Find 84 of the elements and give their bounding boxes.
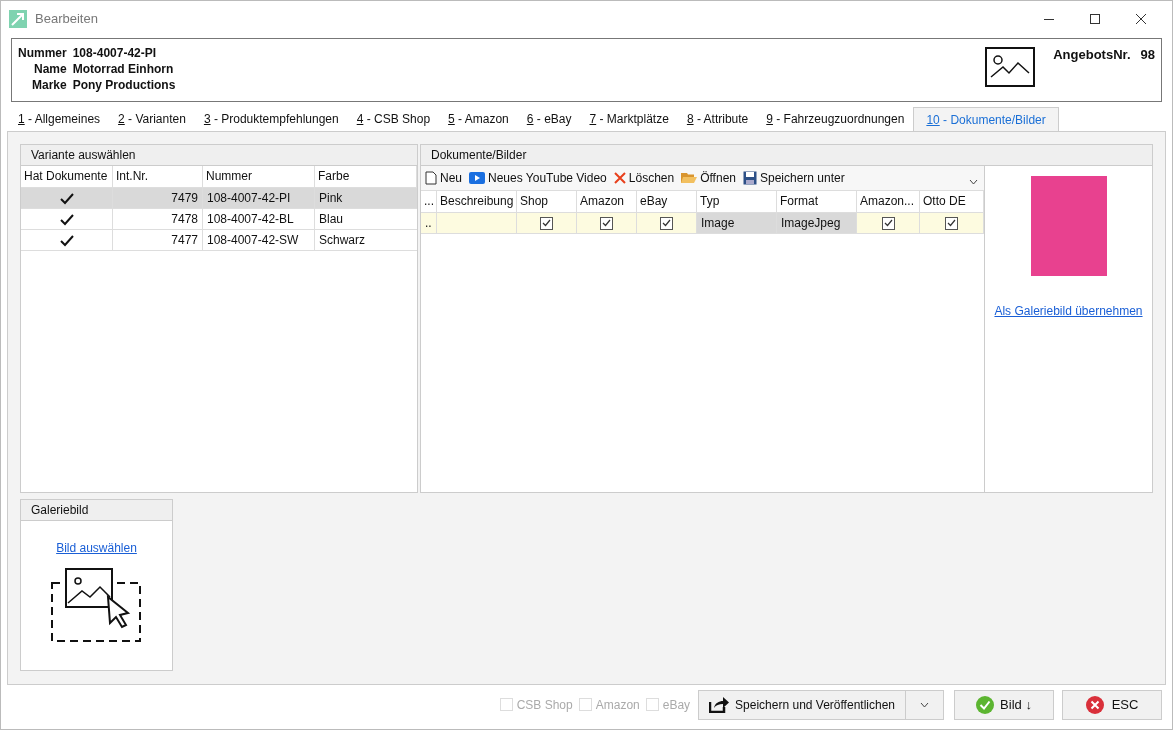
column-header[interactable]: Beschreibung xyxy=(437,191,517,212)
image-select-icon[interactable] xyxy=(49,567,144,643)
table-cell: 7479 xyxy=(113,188,203,209)
check-circle-icon xyxy=(976,695,995,714)
field-value: Motorrad Einhorn xyxy=(72,61,175,77)
table-cell: 108-4007-42-BL xyxy=(203,209,315,230)
column-header[interactable]: Typ xyxy=(697,191,777,212)
column-header[interactable]: Int.Nr. xyxy=(113,166,203,187)
close-icon xyxy=(613,172,626,184)
column-header[interactable]: eBay xyxy=(637,191,697,212)
group-title: Galeriebild xyxy=(21,500,172,521)
column-header[interactable]: Amazon... xyxy=(857,191,920,212)
play-icon xyxy=(469,172,485,184)
image-icon xyxy=(985,47,1036,87)
checkbox-label: Amazon xyxy=(595,696,640,714)
column-header[interactable]: Farbe xyxy=(315,166,417,187)
checkbox-label: eBay xyxy=(662,696,691,714)
column-header[interactable]: Nummer xyxy=(203,166,315,187)
maximize-icon xyxy=(1090,14,1100,24)
checkbox[interactable] xyxy=(660,216,673,230)
table-cell: ImageJpeg xyxy=(781,216,841,230)
publish-button[interactable]: Speichern und Veröffentlichen xyxy=(698,689,906,720)
group-title: Dokumente/Bilder xyxy=(421,145,1152,166)
group-title: Variante auswählen xyxy=(21,145,417,166)
checkbox[interactable] xyxy=(945,216,958,230)
gallery-link[interactable]: Als Galeriebild übernehmen xyxy=(994,302,1143,320)
tab[interactable]: 1 - Allgemeines xyxy=(9,107,110,131)
checkbox[interactable] xyxy=(540,216,553,230)
tab[interactable]: 7 - Marktplätze xyxy=(580,107,678,131)
field-value: 108-4007-42-PI xyxy=(72,45,158,61)
tab[interactable]: 10 - Dokumente/Bilder xyxy=(913,107,1059,131)
close-circle-icon xyxy=(1085,695,1104,714)
table-row[interactable]: 7477 108-4007-42-SW Schwarz xyxy=(21,230,417,251)
toolbar-button[interactable]: Öffnen xyxy=(681,169,736,187)
checkbox-label: CSB Shop xyxy=(516,696,573,714)
tab[interactable]: 3 - Produktempfehlungen xyxy=(194,107,348,131)
offer-value: 98 xyxy=(1140,46,1155,64)
column-header[interactable]: Otto DE xyxy=(920,191,984,212)
share-icon xyxy=(709,696,730,713)
column-header[interactable]: Amazon xyxy=(577,191,637,212)
field-label: Nummer xyxy=(18,45,67,61)
column-header[interactable]: ... xyxy=(421,191,437,212)
esc-button[interactable]: ESC xyxy=(1062,689,1162,720)
tab[interactable]: 5 - Amazon xyxy=(439,107,518,131)
document-icon xyxy=(425,171,437,185)
checkbox[interactable] xyxy=(600,216,613,230)
tab[interactable]: 2 - Varianten xyxy=(109,107,195,131)
table-cell-text: Pink xyxy=(318,190,344,207)
close-icon xyxy=(1136,14,1146,24)
select-image-link[interactable]: Bild auswählen xyxy=(56,539,137,557)
minimize-icon xyxy=(1044,18,1054,20)
chevron-down-icon xyxy=(920,701,929,708)
image-button[interactable]: Bild ↓ xyxy=(954,689,1054,720)
tab[interactable]: 6 - eBay xyxy=(517,107,581,131)
field-value: Pony Productions xyxy=(72,77,176,93)
table-cell: 7477 xyxy=(113,230,203,251)
toolbar-button[interactable]: Löschen xyxy=(613,169,675,187)
app-logo-icon xyxy=(9,10,27,28)
toolbar-button[interactable]: Speichern unter xyxy=(743,169,845,187)
field-label: Marke xyxy=(31,77,67,93)
offer-label: AngebotsNr. xyxy=(1053,46,1131,64)
toolbar-button[interactable]: Neu xyxy=(425,169,462,187)
table-row[interactable]: 7478 108-4007-42-BL Blau xyxy=(21,209,417,230)
chevron-down-icon[interactable] xyxy=(969,179,978,185)
tab[interactable]: 8 - Attribute xyxy=(677,107,758,131)
column-header[interactable]: Shop xyxy=(517,191,577,212)
table-cell: Image xyxy=(701,216,735,230)
table-cell: 108-4007-42-SW xyxy=(203,230,315,251)
table-row[interactable]: 7479 108-4007-42-PI Pink xyxy=(21,188,417,209)
table-cell: 108-4007-42-PI xyxy=(203,188,315,209)
table-cell-text: Blau xyxy=(318,211,345,228)
window-title: Bearbeiten xyxy=(35,10,98,29)
table-cell-text: Schwarz xyxy=(318,232,366,249)
tab[interactable]: 9 - Fahrzeugzuordnungen xyxy=(757,107,914,131)
column-header[interactable]: Format xyxy=(777,191,857,212)
column-header[interactable]: Hat Dokumente xyxy=(21,166,113,187)
table-cell: 7478 xyxy=(113,209,203,230)
save-icon xyxy=(743,171,757,185)
folder-icon xyxy=(681,172,698,184)
field-label: Name xyxy=(33,61,67,77)
table-cell: .. xyxy=(425,216,432,230)
checkbox[interactable] xyxy=(881,216,895,230)
tab[interactable]: 4 - CSB Shop xyxy=(347,107,440,131)
toolbar-button[interactable]: Neues YouTube Video xyxy=(469,169,607,187)
